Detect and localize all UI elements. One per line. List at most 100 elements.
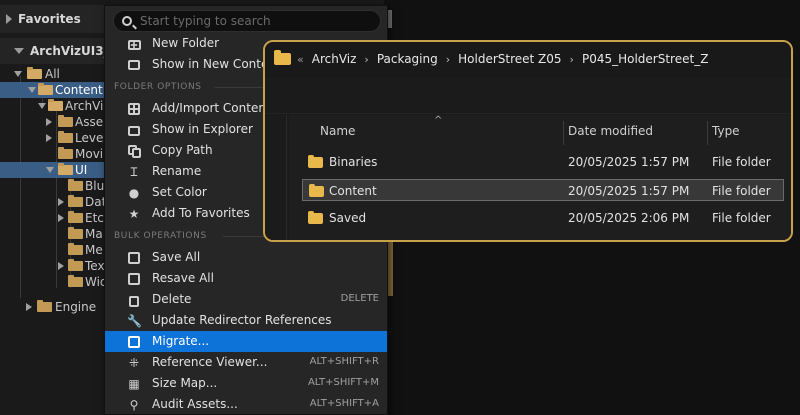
- breadcrumb-item[interactable]: ArchViz: [312, 52, 357, 66]
- folder-icon: [274, 50, 291, 65]
- new-folder-icon: [127, 37, 141, 51]
- menu-item-label: Copy Path: [152, 143, 213, 157]
- folder-icon: [58, 163, 73, 175]
- trash-icon: [127, 293, 141, 307]
- tree-item-label: Movi: [75, 147, 104, 161]
- search-input[interactable]: [140, 12, 376, 30]
- tree-item-ui[interactable]: UI: [0, 162, 104, 178]
- navigation-pane: [265, 115, 287, 240]
- tree-item-blueprints[interactable]: Blu: [0, 178, 104, 194]
- chevron-right-icon: [6, 14, 12, 24]
- tree-item-meshes[interactable]: Me: [0, 242, 104, 258]
- menu-item-reference-viewer[interactable]: ⁜ Reference Viewer... ALT+SHIFT+R: [105, 352, 387, 373]
- column-separator[interactable]: [707, 121, 708, 145]
- tree-item-textures[interactable]: Tex: [0, 258, 105, 274]
- tree-item-levels[interactable]: Leve: [0, 130, 104, 146]
- file-date: 20/05/2025 1:57 PM: [568, 155, 690, 169]
- section-bulk-operations: BULK OPERATIONS: [114, 231, 207, 241]
- chevron-double-left-icon[interactable]: «: [297, 53, 304, 66]
- tree-item-label: Content: [55, 83, 103, 97]
- file-explorer-window: « ArchViz › Packaging › HolderStreet Z05…: [263, 40, 793, 242]
- file-date: 20/05/2025 2:06 PM: [568, 211, 690, 225]
- tree-item-all[interactable]: All: [0, 66, 104, 82]
- breadcrumb-item[interactable]: Packaging: [377, 52, 438, 66]
- menu-item-label: Audit Assets...: [152, 397, 238, 411]
- file-row-saved[interactable]: Saved 20/05/2025 2:06 PM File folder: [302, 207, 784, 229]
- menu-item-shortcut: ALT+SHIFT+M: [307, 377, 379, 388]
- chevron-down-icon: [28, 87, 36, 93]
- folder-tree: All Content ArchVi Asse Leve Movi UI Blu…: [0, 66, 108, 315]
- menu-item-shortcut: ALT+SHIFT+A: [309, 398, 379, 409]
- chevron-down-icon: [14, 48, 24, 54]
- menu-item-size-map[interactable]: ▦ Size Map... ALT+SHIFT+M: [105, 373, 387, 394]
- folder-icon: [68, 211, 83, 223]
- file-name: Saved: [329, 211, 367, 225]
- chevron-right-icon[interactable]: ›: [446, 53, 450, 66]
- folder-icon: [309, 184, 324, 197]
- size-map-icon: ▦: [128, 377, 140, 391]
- scrollbar-thumb[interactable]: [388, 240, 393, 296]
- tree-item-widgets[interactable]: Wid: [0, 274, 108, 290]
- tree-item-label: ArchVi: [65, 99, 104, 113]
- menu-item-label: Save All: [152, 250, 201, 264]
- add-icon: [127, 102, 141, 116]
- folder-icon: [48, 99, 63, 111]
- chevron-right-icon: [58, 198, 64, 206]
- breadcrumb-item[interactable]: P045_HolderStreet_Z: [582, 52, 708, 66]
- column-separator[interactable]: [563, 121, 564, 145]
- breadcrumb: « ArchViz › Packaging › HolderStreet Z05…: [297, 52, 708, 66]
- folder-icon: [38, 83, 53, 95]
- tree-item-data[interactable]: Dat: [0, 194, 106, 210]
- rename-icon: Ɪ: [130, 165, 138, 179]
- column-header-name[interactable]: Name: [320, 124, 355, 138]
- search-icon: [122, 16, 132, 26]
- tree-item-engine[interactable]: Engine: [0, 299, 104, 315]
- menu-item-label: Resave All: [152, 271, 214, 285]
- menu-item-delete[interactable]: Delete DELETE: [105, 289, 387, 310]
- menu-item-label: Show in Explorer: [152, 122, 253, 136]
- tree-item-archviz[interactable]: ArchVi: [0, 98, 104, 114]
- tree-item-assets[interactable]: Asse: [0, 114, 104, 130]
- chevron-right-icon: [46, 118, 52, 126]
- chevron-down-icon: [38, 103, 46, 109]
- favorites-header[interactable]: Favorites: [0, 5, 104, 33]
- menu-item-label: Set Color: [152, 185, 207, 199]
- tree-item-content[interactable]: Content: [0, 82, 104, 98]
- copy-icon: [127, 144, 141, 158]
- chevron-right-icon[interactable]: ›: [364, 53, 368, 66]
- tree-item-label: Me: [85, 243, 103, 257]
- file-type: File folder: [712, 211, 771, 225]
- menu-item-audit-assets[interactable]: ⚲ Audit Assets... ALT+SHIFT+A: [105, 394, 387, 415]
- migrate-icon: [127, 335, 141, 349]
- address-bar[interactable]: « ArchViz › Packaging › HolderStreet Z05…: [265, 42, 791, 78]
- audit-icon: ⚲: [129, 398, 139, 412]
- file-list: ^ Name Date modified Type Binaries 20/05…: [289, 115, 791, 240]
- menu-item-shortcut: DELETE: [340, 293, 379, 304]
- chevron-down-icon: [46, 167, 54, 173]
- tree-item-materials[interactable]: Ma: [0, 226, 104, 242]
- column-header-date[interactable]: Date modified: [568, 124, 653, 138]
- menu-item-resave-all[interactable]: Resave All: [105, 268, 387, 289]
- project-header[interactable]: ArchVizUI3_: [0, 38, 104, 64]
- menu-item-shortcut: ALT+SHIFT+R: [309, 356, 379, 367]
- breadcrumb-item[interactable]: HolderStreet Z05: [458, 52, 561, 66]
- file-name: Content: [329, 184, 377, 198]
- reference-icon: ⁜: [128, 356, 140, 370]
- tree-item-etc[interactable]: Etc: [0, 210, 104, 226]
- tree-item-movies[interactable]: Movi: [0, 146, 104, 162]
- folder-icon: [58, 131, 73, 143]
- tree-item-label: Leve: [75, 131, 104, 145]
- menu-item-update-redirector[interactable]: 🔧 Update Redirector References: [105, 310, 387, 331]
- file-row-content[interactable]: Content 20/05/2025 1:57 PM File folder: [302, 179, 784, 201]
- menu-item-label: Add To Favorites: [152, 206, 250, 220]
- chevron-right-icon[interactable]: ›: [570, 53, 574, 66]
- explorer-icon: [127, 123, 141, 137]
- save-icon: [127, 251, 141, 265]
- menu-item-label: Update Redirector References: [152, 313, 332, 327]
- scrollbar[interactable]: [388, 10, 392, 28]
- tree-item-label: Ma: [85, 227, 103, 241]
- file-row-binaries[interactable]: Binaries 20/05/2025 1:57 PM File folder: [302, 151, 784, 173]
- menu-item-save-all[interactable]: Save All: [105, 247, 387, 268]
- column-header-type[interactable]: Type: [712, 124, 740, 138]
- menu-item-migrate[interactable]: Migrate...: [105, 331, 387, 352]
